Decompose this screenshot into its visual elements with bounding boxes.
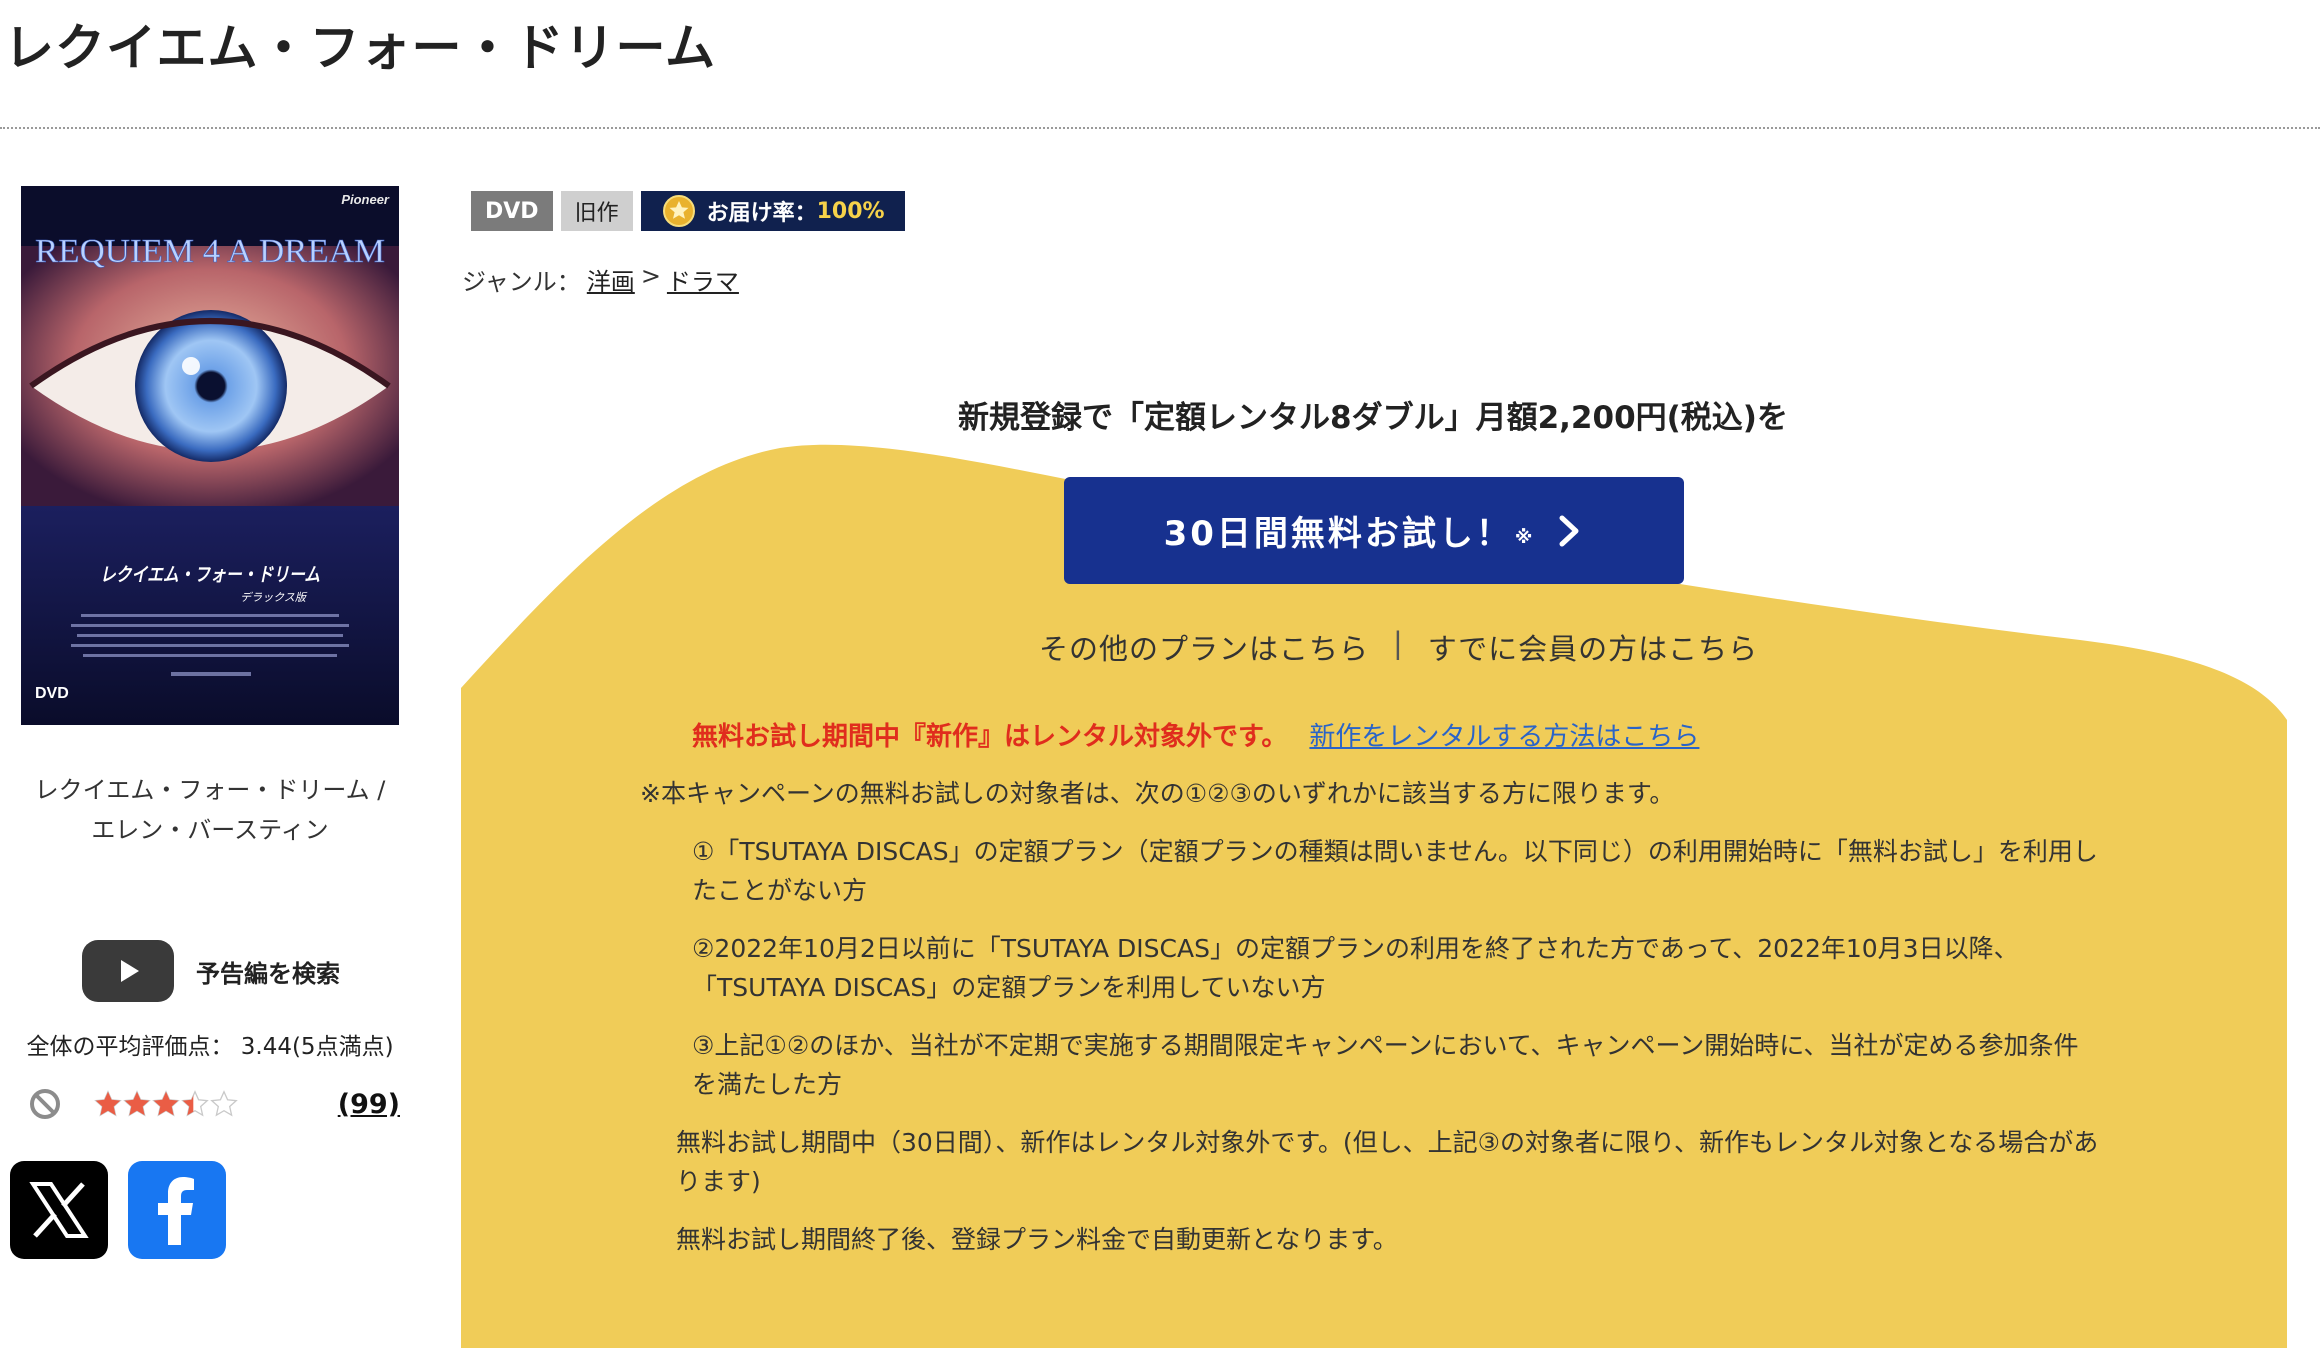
promo-headline: 新規登録で「定額レンタル8ダブル」月額2,200円(税込)を — [958, 400, 1788, 436]
facebook-logo-icon — [158, 1177, 194, 1245]
plan-links: その他のプランはこちら | すでに会員の方はこちら — [1039, 626, 1758, 668]
delivery-rate-value: 100% — [816, 198, 885, 224]
new-release-notice: 無料お試し期間中『新作』はレンタル対象外です。 新作をレンタルする方法はこちら — [692, 716, 1699, 753]
genre-link-foreign-film[interactable]: 洋画 — [587, 262, 635, 297]
delivery-rate-label: お届け率： — [706, 201, 817, 226]
star-rating — [94, 1090, 238, 1118]
chevron-right-icon — [1559, 515, 1579, 546]
page-title: レクイエム・フォー・ドリーム — [4, 19, 716, 77]
poster-edition: デラックス版 — [240, 591, 308, 604]
average-rating-text: 全体の平均評価点： 3.44(5点満点) — [26, 1034, 394, 1060]
rating-star-icon — [181, 1090, 209, 1117]
delivery-rate-badge: お届け率： 100% — [640, 191, 905, 231]
auto-renewal-note: 無料お試し期間終了後、登録プラン料金で自動更新となります。 — [676, 1225, 1398, 1254]
free-trial-button[interactable]: 30日間無料お試し！ ※ — [1064, 477, 1684, 584]
youtube-play-icon — [82, 940, 174, 1002]
genre-breadcrumb: ジャンル： 洋画 > ドラマ — [462, 262, 739, 297]
poster-title-art: REQUIEM 4 A DREAM — [35, 233, 385, 270]
poster-dvd-mark: DVD — [35, 685, 69, 702]
rating-star-icon — [123, 1090, 151, 1117]
poster-brand: Pioneer — [341, 192, 390, 207]
dvd-jacket-image[interactable]: Pioneer REQUIEM 4 A DREAM レクイエム・フォー・ドリーム… — [21, 186, 399, 725]
item-caption: レクイエム・フォー・ドリーム / エレン・バースティン — [0, 770, 420, 850]
free-trial-note-mark: ※ — [1514, 527, 1533, 548]
trailer-search-button[interactable]: 予告編を検索 — [82, 940, 340, 1002]
other-plans-link[interactable]: その他のプランはこちら — [1039, 626, 1369, 668]
terms-condition-2: ②2022年10月2日以前に「TSUTAYA DISCAS」の定額プランの利用を… — [692, 934, 2019, 1002]
x-logo-icon — [29, 1182, 89, 1238]
title-divider — [0, 127, 2320, 129]
genre-link-drama[interactable]: ドラマ — [667, 262, 739, 297]
caption-title: レクイエム・フォー・ドリーム / — [34, 776, 386, 804]
genre-label: ジャンル： — [462, 268, 581, 296]
rating-star-icon — [94, 1090, 122, 1117]
share-facebook-button[interactable] — [128, 1161, 226, 1259]
rating-star-icon — [210, 1090, 238, 1117]
rating-row: (99) — [28, 1082, 400, 1126]
genre-separator: > — [640, 262, 661, 290]
poster-jp-title: レクイエム・フォー・ドリーム — [100, 564, 320, 586]
caption-cast: エレン・バースティン — [91, 816, 329, 844]
format-badge: DVD — [471, 191, 553, 231]
new-release-rental-link[interactable]: 新作をレンタルする方法はこちら — [1309, 716, 1699, 753]
trailer-search-label: 予告編を検索 — [196, 959, 340, 988]
free-trial-label: 30日間無料お試し！ — [1163, 514, 1513, 554]
product-badges: DVD 旧作 お届け率： 100% — [471, 191, 905, 231]
terms-lead: ※本キャンペーンの無料お試しの対象者は、次の①②③のいずれかに該当する方に限りま… — [640, 779, 1675, 808]
prohibited-icon[interactable] — [28, 1087, 62, 1121]
gold-medal-icon — [662, 195, 695, 227]
review-count-link[interactable]: (99) — [338, 1089, 400, 1120]
share-x-button[interactable] — [10, 1161, 108, 1259]
category-badge: 旧作 — [560, 191, 633, 231]
plan-links-divider: | — [1393, 626, 1404, 660]
terms-condition-3: ③上記①②のほか、当社が不定期で実施する期間限定キャンペーンにおいて、キャンペー… — [692, 1031, 2079, 1099]
trial-period-note: 無料お試し期間中（30日間）、新作はレンタル対象外です。(但し、上記③の対象者に… — [676, 1128, 2099, 1196]
member-login-link[interactable]: すでに会員の方はこちら — [1428, 626, 1758, 668]
rating-star-icon — [152, 1090, 180, 1117]
campaign-terms: ※本キャンペーンの無料お試しの対象者は、次の①②③のいずれかに該当する方に限りま… — [640, 774, 2120, 1278]
terms-condition-1: ①「TSUTAYA DISCAS」の定額プラン（定額プランの種類は問いません。以… — [692, 837, 2098, 905]
new-release-warning: 無料お試し期間中『新作』はレンタル対象外です。 — [692, 722, 1288, 752]
share-buttons — [10, 1161, 226, 1259]
